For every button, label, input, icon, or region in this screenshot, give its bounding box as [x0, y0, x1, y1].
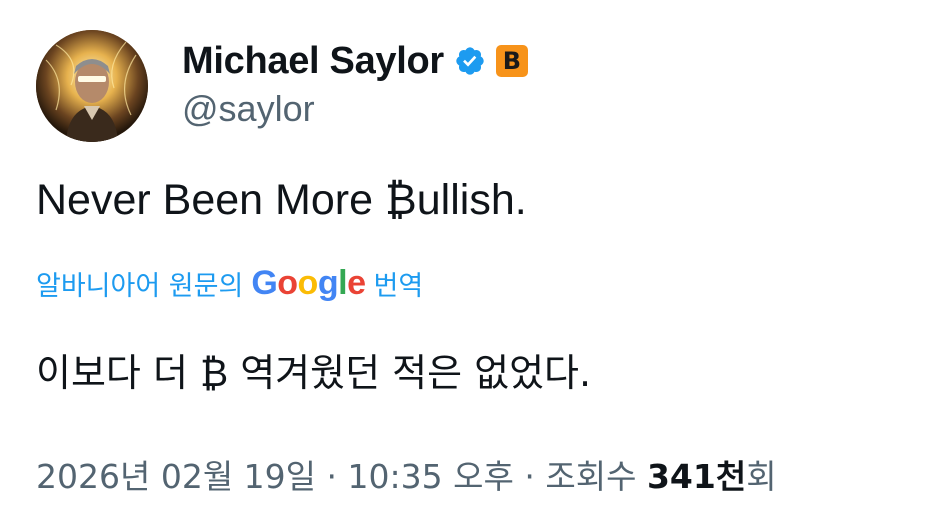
- translation-attribution: 알바니아어 원문의 Google 번역: [36, 262, 423, 304]
- author-handle[interactable]: @saylor: [182, 88, 315, 130]
- verified-badge-icon[interactable]: [454, 45, 486, 77]
- tweet-meta: 2026년 02월 19일 · 10:35 오후 · 조회수 341천회: [36, 450, 777, 498]
- author-display-name[interactable]: Michael Saylor: [182, 40, 444, 83]
- translation-source-label[interactable]: 알바니아어 원문의: [36, 264, 243, 303]
- bitcoin-badge-icon[interactable]: B: [495, 45, 528, 77]
- author-name-row: Michael Saylor B: [182, 38, 528, 84]
- views-suffix: 회: [746, 457, 777, 496]
- tweet-date[interactable]: 2026년 02월 19일: [36, 457, 316, 496]
- meta-separator: ·: [524, 457, 535, 496]
- views-count[interactable]: 341천: [647, 457, 746, 496]
- translation-suffix-label[interactable]: 번역: [373, 264, 423, 303]
- translated-tweet-text: 이보다 더 ₿ 역겨웠던 적은 없었다.: [36, 351, 592, 395]
- tweet-text: Never Been More ₿ullish.: [36, 176, 527, 224]
- tweet-time[interactable]: 10:35 오후: [348, 457, 514, 496]
- meta-separator: ·: [326, 457, 338, 496]
- bitcoin-badge-label: B: [502, 47, 522, 75]
- views-label: 조회수: [545, 457, 637, 496]
- avatar[interactable]: [36, 30, 148, 142]
- avatar-image: [36, 30, 148, 142]
- google-logo-icon: Google: [251, 263, 366, 302]
